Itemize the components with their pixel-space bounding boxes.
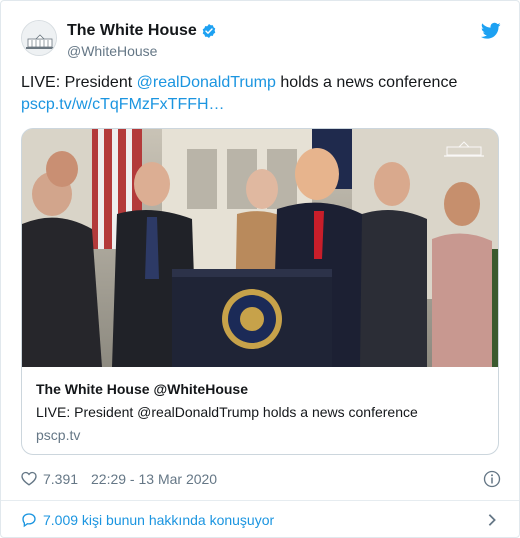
- chevron-right-icon: [488, 514, 496, 526]
- card-title: The White House @WhiteHouse: [36, 381, 248, 397]
- account-handle[interactable]: @WhiteHouse: [67, 43, 217, 59]
- press-conference-photo: [22, 129, 498, 367]
- tweet-actions: 7.391 22:29 - 13 Mar 2020: [21, 468, 501, 490]
- timestamp[interactable]: 22:29 - 13 Mar 2020: [91, 471, 217, 487]
- conversation-link[interactable]: 7.009 kişi bunun hakkında konuşuyor: [21, 510, 501, 530]
- speech-bubble-icon: [22, 513, 36, 528]
- tweet-text: LIVE: President @realDonaldTrump holds a…: [21, 72, 501, 116]
- mention-link[interactable]: @realDonaldTrump: [137, 74, 276, 91]
- tweet-header: The White House @WhiteHouse: [21, 18, 501, 62]
- display-name[interactable]: The White House: [67, 22, 197, 40]
- tweet-url-link[interactable]: pscp.tv/w/cTqFMzFxTFFH…: [21, 96, 225, 113]
- card-image[interactable]: [22, 129, 498, 367]
- card-description: LIVE: President @realDonaldTrump holds a…: [36, 404, 418, 420]
- embedded-tweet: The White House @WhiteHouse LIVE: Presid…: [0, 0, 520, 538]
- twitter-bird-icon[interactable]: [481, 22, 501, 40]
- verified-badge-icon: [202, 24, 216, 38]
- conversation-label: 7.009 kişi bunun hakkında konuşuyor: [43, 512, 275, 528]
- tweet-text-prefix: LIVE: President: [21, 74, 137, 91]
- like-count[interactable]: 7.391: [43, 471, 78, 487]
- card-body: The White House @WhiteHouse LIVE: Presid…: [36, 379, 486, 445]
- white-house-avatar-icon: [22, 21, 56, 55]
- avatar[interactable]: [21, 20, 57, 56]
- link-card[interactable]: The White House @WhiteHouse LIVE: Presid…: [21, 128, 499, 455]
- divider: [1, 500, 519, 501]
- heart-icon[interactable]: [21, 471, 37, 486]
- card-domain: pscp.tv: [36, 427, 81, 443]
- account-names: The White House @WhiteHouse: [67, 22, 217, 59]
- tweet-text-suffix: holds a news conference: [275, 74, 458, 91]
- info-icon[interactable]: [483, 470, 501, 488]
